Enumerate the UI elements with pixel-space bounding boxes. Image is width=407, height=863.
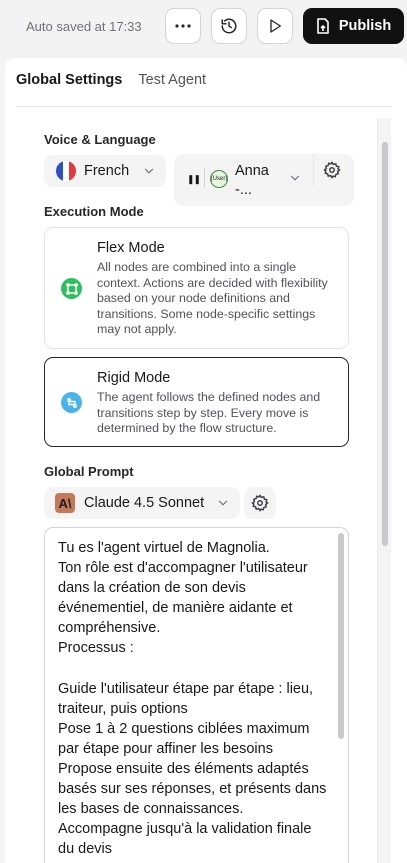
panel-scrollbar[interactable] <box>377 118 391 863</box>
tab-divider <box>16 106 392 107</box>
global-prompt-text[interactable]: Tu es l'agent virtuel de Magnolia. Ton r… <box>58 538 330 860</box>
french-flag-icon <box>56 161 76 181</box>
publish-label: Publish <box>338 18 392 34</box>
gear-icon <box>251 494 269 512</box>
model-value: Claude 4.5 Sonnet <box>84 495 205 511</box>
voice-name: Anna -... <box>235 163 269 198</box>
voice-avatar: (User) <box>210 170 228 188</box>
voice-settings-gear-icon[interactable] <box>323 161 341 179</box>
anthropic-logo-icon: A\ <box>55 493 75 513</box>
flex-mode-description: All nodes are combined into a single con… <box>97 260 328 336</box>
more-icon <box>175 24 191 28</box>
more-options-button[interactable] <box>165 8 201 44</box>
rigid-mode-title: Rigid Mode <box>97 370 171 386</box>
tab-global-settings[interactable]: Global Settings <box>16 72 122 88</box>
model-select[interactable]: A\ Claude 4.5 Sonnet <box>44 487 240 519</box>
flex-mode-option[interactable]: Flex Mode All nodes are combined into a … <box>44 227 349 349</box>
test-run-button[interactable] <box>257 8 293 44</box>
global-prompt-textarea[interactable]: Tu es l'agent virtuel de Magnolia. Ton r… <box>44 527 349 863</box>
history-icon <box>221 18 237 34</box>
chevron-down-icon <box>144 168 154 174</box>
flex-mode-icon <box>61 278 82 299</box>
panel-tabs: Global Settings Test Agent <box>16 72 206 88</box>
model-settings-button[interactable] <box>244 487 276 519</box>
voice-select[interactable]: ❚❚ (User) Anna -... <box>174 154 354 206</box>
voice-divider <box>204 168 205 188</box>
language-value: French <box>84 163 130 179</box>
flex-mode-title: Flex Mode <box>97 240 165 256</box>
autosave-status: Auto saved at 17:33 <box>26 19 142 34</box>
chevron-down-icon <box>218 500 228 506</box>
voice-preview-icon[interactable]: ❚❚ <box>187 174 201 185</box>
history-button[interactable] <box>211 8 247 44</box>
top-bar: Auto saved at 17:33 Publish <box>0 0 407 54</box>
voice-settings-divider <box>313 154 314 186</box>
settings-panel: Global Settings Test Agent Voice & Langu… <box>5 58 407 863</box>
language-select[interactable]: French <box>44 155 166 187</box>
publish-button[interactable]: Publish <box>303 8 404 44</box>
tab-test-agent[interactable]: Test Agent <box>138 72 206 88</box>
publish-icon <box>317 18 329 34</box>
panel-scroll-thumb[interactable] <box>382 142 388 546</box>
play-icon <box>270 19 281 33</box>
execution-mode-label: Execution Mode <box>44 204 144 219</box>
rigid-mode-description: The agent follows the defined nodes and … <box>97 390 321 435</box>
rigid-mode-icon <box>61 392 82 413</box>
prompt-scroll-thumb[interactable] <box>338 533 344 739</box>
rigid-mode-option[interactable]: Rigid Mode The agent follows the defined… <box>44 357 349 447</box>
chevron-down-icon <box>290 175 300 181</box>
global-prompt-label: Global Prompt <box>44 464 134 479</box>
voice-language-label: Voice & Language <box>44 132 156 147</box>
